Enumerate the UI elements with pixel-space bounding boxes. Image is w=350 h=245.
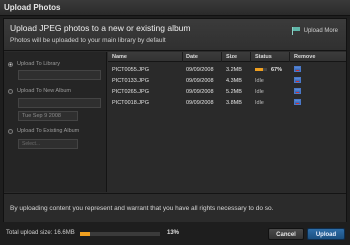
- file-name: PICT0133.JPG: [112, 78, 149, 84]
- cancel-button[interactable]: Cancel: [268, 228, 304, 240]
- file-date: 09/09/2008: [186, 67, 214, 73]
- table-row: PICT0265.JPG 09/09/2008 5.2MB Idle: [108, 87, 346, 97]
- option-label: Upload To Existing Album: [17, 128, 80, 134]
- file-name: PICT0018.JPG: [112, 100, 149, 106]
- terms-notice: By uploading content you represent and w…: [4, 193, 346, 222]
- column-header-remove: Remove: [294, 54, 316, 60]
- remove-icon[interactable]: [294, 66, 301, 72]
- table-row: PICT0018.JPG 09/09/2008 3.8MB Idle: [108, 98, 346, 108]
- option-label: Upload To New Album: [17, 88, 72, 94]
- file-size: 4.3MB: [226, 78, 242, 84]
- file-status: 67%: [271, 67, 283, 73]
- page-subheading: Photos will be uploaded to your main lib…: [10, 37, 166, 44]
- album-name-input[interactable]: [18, 98, 101, 108]
- upload-panel: Upload JPEG photos to a new or existing …: [3, 18, 347, 222]
- album-select[interactable]: Select...: [18, 139, 78, 149]
- file-status: Idle: [255, 100, 264, 106]
- library-field: [18, 70, 101, 80]
- option-upload-to-existing-album[interactable]: Upload To Existing Album: [8, 128, 79, 134]
- footer: Total upload size: 16.6MB 13% Cancel Upl…: [0, 223, 350, 245]
- option-label: Upload To Library: [17, 61, 61, 67]
- file-date: 09/09/2008: [186, 100, 214, 106]
- radio-upload-to-existing-album[interactable]: [8, 128, 13, 134]
- file-date: 09/09/2008: [186, 89, 214, 95]
- option-upload-to-library[interactable]: Upload To Library: [8, 61, 60, 67]
- total-progress-bar: [80, 232, 160, 236]
- flag-icon: [291, 27, 301, 35]
- upload-more-label: Upload More: [303, 28, 338, 34]
- file-status: Idle: [255, 89, 264, 95]
- file-table: Name Date Size Status Remove PICT0055.JP…: [108, 52, 346, 192]
- column-header-status: Status: [255, 54, 272, 60]
- table-row: PICT0133.JPG 09/09/2008 4.3MB Idle: [108, 76, 346, 86]
- column-header-date: Date: [186, 54, 198, 60]
- remove-icon[interactable]: [294, 88, 301, 94]
- table-row: PICT0055.JPG 09/09/2008 3.2MB 67%: [108, 65, 346, 75]
- header: Upload JPEG photos to a new or existing …: [4, 19, 346, 51]
- file-progress-fill: [255, 68, 264, 71]
- upload-button[interactable]: Upload: [307, 228, 345, 240]
- destination-options: Upload To Library Upload To New Album Tu…: [4, 52, 107, 192]
- remove-icon[interactable]: [294, 99, 301, 105]
- file-size: 3.2MB: [226, 67, 242, 73]
- file-status: Idle: [255, 78, 264, 84]
- option-upload-to-new-album[interactable]: Upload To New Album: [8, 88, 71, 94]
- file-size: 3.8MB: [226, 100, 242, 106]
- upload-more-button[interactable]: Upload More: [291, 27, 338, 35]
- column-header-name: Name: [112, 54, 127, 60]
- window-title: Upload Photos: [4, 3, 61, 12]
- radio-upload-to-library[interactable]: [8, 61, 13, 67]
- file-progress-bar: [255, 68, 267, 71]
- file-name: PICT0265.JPG: [112, 89, 149, 95]
- album-date-input[interactable]: Tue Sep 9 2008: [18, 111, 78, 121]
- file-date: 09/09/2008: [186, 78, 214, 84]
- terms-text: By uploading content you represent and w…: [10, 205, 274, 212]
- file-size: 5.2MB: [226, 89, 242, 95]
- title-bar: Upload Photos: [0, 0, 350, 16]
- table-header: Name Date Size Status Remove: [108, 52, 346, 62]
- column-header-size: Size: [226, 54, 238, 60]
- total-progress-fill: [80, 232, 91, 236]
- file-name: PICT0055.JPG: [112, 67, 149, 73]
- radio-upload-to-new-album[interactable]: [8, 88, 13, 94]
- total-progress-percent: 13%: [167, 230, 180, 236]
- page-heading: Upload JPEG photos to a new or existing …: [10, 23, 191, 33]
- total-upload-size: Total upload size: 16.6MB: [6, 230, 75, 236]
- remove-icon[interactable]: [294, 77, 301, 83]
